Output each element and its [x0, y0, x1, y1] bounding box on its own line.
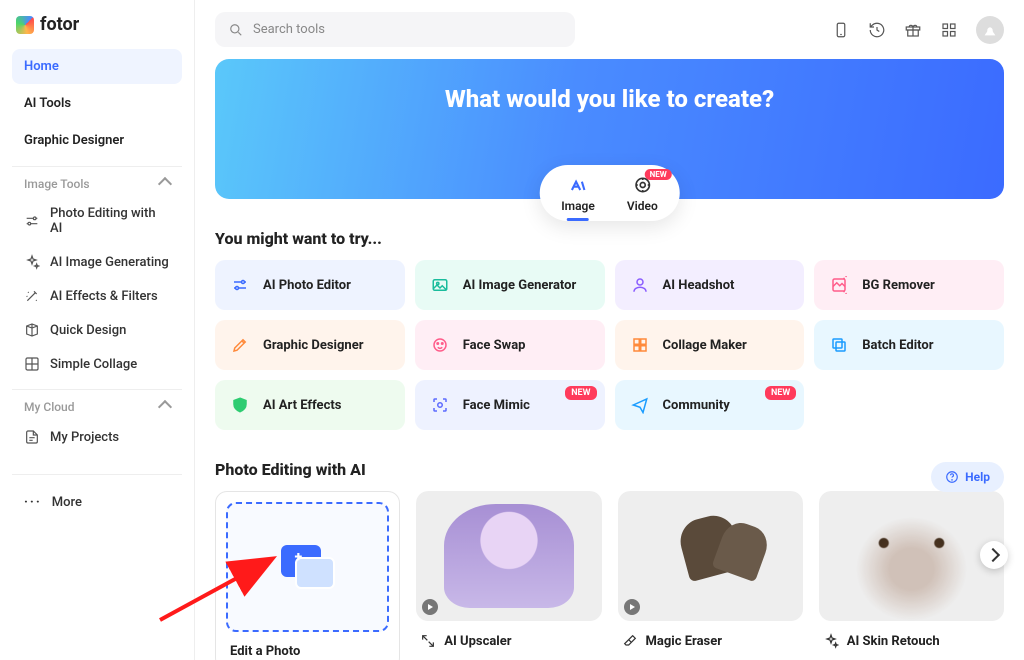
try-card-face-swap[interactable]: Face Swap	[415, 320, 605, 370]
play-icon	[422, 599, 438, 615]
avatar[interactable]	[976, 16, 1004, 44]
eraser-icon	[622, 633, 638, 649]
try-card-collage-maker[interactable]: Collage Maker	[615, 320, 805, 370]
main: Search tools What would you like to crea…	[195, 0, 1024, 660]
more-label: More	[52, 495, 82, 510]
scan-icon	[429, 394, 451, 416]
try-section-title: You might want to try...	[215, 229, 1004, 248]
image-icon	[568, 175, 588, 195]
hero-tabs: Image VideoNEW	[539, 165, 680, 221]
section-head-my-cloud[interactable]: My Cloud	[12, 389, 182, 420]
try-card-ai-image-generator[interactable]: AI Image Generator	[415, 260, 605, 310]
sliders-icon	[24, 213, 40, 229]
thumbnail	[618, 491, 803, 621]
hero-banner: What would you like to create? ImageVide…	[215, 59, 1004, 199]
gift-icon[interactable]	[904, 21, 922, 39]
top-actions	[832, 16, 1004, 44]
chevron-up-icon	[158, 400, 172, 414]
sidebar-more[interactable]: ··· More	[12, 474, 182, 519]
hero-tab-image[interactable]: Image	[561, 175, 595, 213]
collage-icon	[24, 356, 40, 372]
new-badge: NEW	[565, 386, 596, 400]
thumbnail	[416, 491, 601, 621]
search-placeholder: Search tools	[253, 22, 325, 37]
edit-card-ai-skin-retouch[interactable]: AI Skin Retouch	[819, 491, 1004, 660]
help-label: Help	[965, 470, 990, 484]
logo-text: fotor	[40, 14, 79, 35]
try-card-graphic-designer[interactable]: Graphic Designer	[215, 320, 405, 370]
new-badge: NEW	[765, 386, 796, 400]
try-card-ai-headshot[interactable]: AI Headshot	[615, 260, 805, 310]
wand-icon	[24, 288, 40, 304]
section-head-image-tools[interactable]: Image Tools	[12, 166, 182, 197]
thumbnail	[819, 491, 1004, 621]
cut-icon	[828, 274, 850, 296]
expand-icon	[420, 633, 436, 649]
sidebar-item-ai-effects-&-filters[interactable]: AI Effects & Filters	[12, 279, 182, 313]
hero-tab-video[interactable]: VideoNEW	[627, 175, 658, 213]
play-icon	[624, 599, 640, 615]
chevron-up-icon	[158, 177, 172, 191]
sliders-icon	[229, 274, 251, 296]
upload-dropzone[interactable]: +	[226, 502, 389, 632]
grid-icon	[629, 334, 651, 356]
try-card-face-mimic[interactable]: Face MimicNEW	[415, 380, 605, 430]
sidebar: fotor HomeAI ToolsGraphic Designer Image…	[0, 0, 195, 660]
file-icon	[24, 429, 40, 445]
try-card-community[interactable]: CommunityNEW	[615, 380, 805, 430]
apps-icon[interactable]	[940, 21, 958, 39]
edit-card-magic-eraser[interactable]: Magic Eraser	[618, 491, 803, 660]
logo-icon	[16, 16, 34, 34]
editing-section-title: Photo Editing with AI	[215, 460, 1004, 479]
sidebar-item-simple-collage[interactable]: Simple Collage	[12, 347, 182, 381]
sparkle-icon	[823, 633, 839, 649]
new-badge: NEW	[645, 169, 672, 180]
image-icon	[429, 274, 451, 296]
nav-graphic-designer[interactable]: Graphic Designer	[12, 123, 182, 158]
hero-title: What would you like to create?	[235, 85, 984, 113]
try-card-ai-photo-editor[interactable]: AI Photo Editor	[215, 260, 405, 310]
history-icon[interactable]	[868, 21, 886, 39]
try-card-batch-editor[interactable]: Batch Editor	[814, 320, 1004, 370]
sidebar-item-photo-editing-with-ai[interactable]: Photo Editing with AI	[12, 197, 182, 245]
person-icon	[629, 274, 651, 296]
dots-icon: ···	[24, 495, 42, 510]
logo[interactable]: fotor	[12, 14, 182, 35]
pencil-icon	[229, 334, 251, 356]
try-card-ai-art-effects[interactable]: AI Art Effects	[215, 380, 405, 430]
search-input[interactable]: Search tools	[215, 12, 575, 47]
try-grid: AI Photo EditorAI Image GeneratorAI Head…	[215, 260, 1004, 430]
sparkle-icon	[24, 254, 40, 270]
edit-card-ai-upscaler[interactable]: AI Upscaler	[416, 491, 601, 660]
nav-home[interactable]: Home	[12, 49, 182, 84]
sidebar-item-ai-image-generating[interactable]: AI Image Generating	[12, 245, 182, 279]
editing-grid: +Edit a PhotoAI UpscalerMagic EraserAI S…	[215, 491, 1004, 660]
help-button[interactable]: Help	[931, 462, 1004, 492]
design-icon	[24, 322, 40, 338]
send-icon	[629, 394, 651, 416]
upload-icon: +	[281, 545, 335, 589]
search-icon	[229, 23, 243, 37]
mobile-icon[interactable]	[832, 21, 850, 39]
sidebar-item-my-projects[interactable]: My Projects	[12, 420, 182, 454]
shield-icon	[229, 394, 251, 416]
carousel-next-button[interactable]	[980, 541, 1008, 569]
try-card-bg-remover[interactable]: BG Remover	[814, 260, 1004, 310]
nav-ai-tools[interactable]: AI Tools	[12, 86, 182, 121]
topbar: Search tools	[195, 0, 1024, 59]
face-icon	[429, 334, 451, 356]
layers-icon	[828, 334, 850, 356]
edit-card-edit-a-photo[interactable]: +Edit a Photo	[215, 491, 400, 660]
sidebar-item-quick-design[interactable]: Quick Design	[12, 313, 182, 347]
